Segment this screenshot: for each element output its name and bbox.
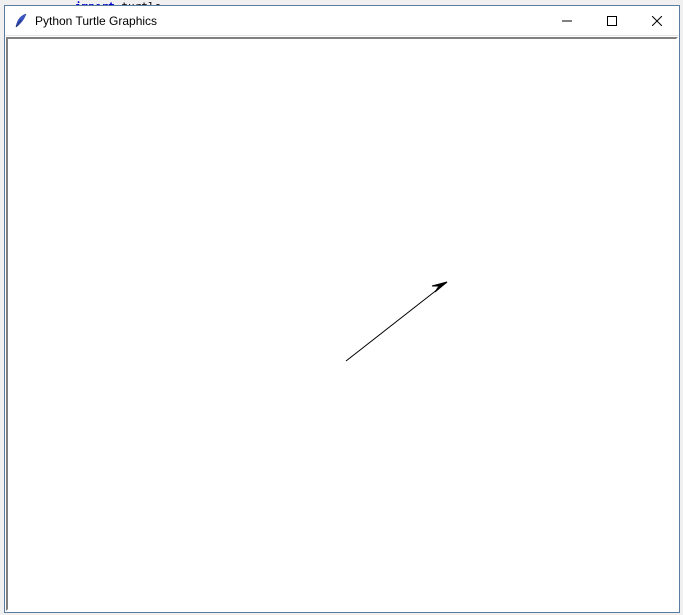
turtle-canvas [6, 37, 678, 611]
close-icon [652, 16, 662, 26]
maximize-icon [607, 16, 617, 26]
window-title: Python Turtle Graphics [35, 14, 544, 28]
window-controls [544, 6, 679, 35]
turtle-window: Python Turtle Graphics [4, 5, 680, 613]
titlebar[interactable]: Python Turtle Graphics [5, 6, 679, 36]
feather-icon [13, 13, 29, 29]
close-button[interactable] [634, 6, 679, 35]
minimize-button[interactable] [544, 6, 589, 35]
turtle-cursor-icon [432, 282, 447, 292]
minimize-icon [562, 16, 572, 26]
turtle-line [346, 282, 447, 361]
turtle-drawing [8, 39, 676, 609]
maximize-button[interactable] [589, 6, 634, 35]
